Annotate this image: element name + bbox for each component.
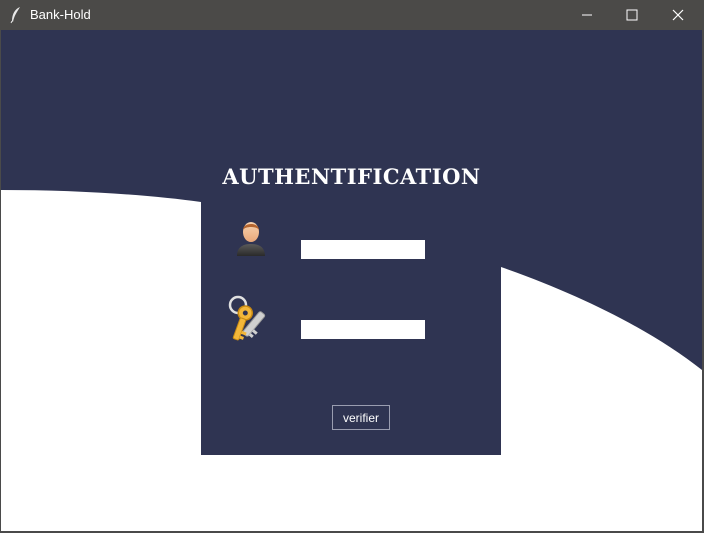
close-button[interactable] bbox=[655, 0, 701, 30]
page-title: AUTHENTIFICATION bbox=[222, 164, 481, 189]
maximize-icon bbox=[626, 9, 638, 21]
verify-button[interactable]: verifier bbox=[332, 405, 390, 430]
user-icon bbox=[237, 222, 265, 256]
feather-icon bbox=[10, 7, 20, 24]
username-input[interactable] bbox=[301, 240, 425, 259]
close-icon bbox=[672, 9, 684, 21]
window-title: Bank-Hold bbox=[30, 7, 91, 22]
key-icon bbox=[228, 295, 266, 341]
password-input[interactable] bbox=[301, 320, 425, 339]
client-area: AUTHENTIFICATION verifier bbox=[1, 30, 702, 531]
app-window: Bank-Hold AUTHENTIFICATION verifier bbox=[0, 0, 704, 533]
maximize-button[interactable] bbox=[609, 0, 655, 30]
minimize-icon bbox=[582, 14, 592, 16]
title-bar[interactable]: Bank-Hold bbox=[0, 0, 704, 30]
minimize-button[interactable] bbox=[564, 0, 610, 30]
